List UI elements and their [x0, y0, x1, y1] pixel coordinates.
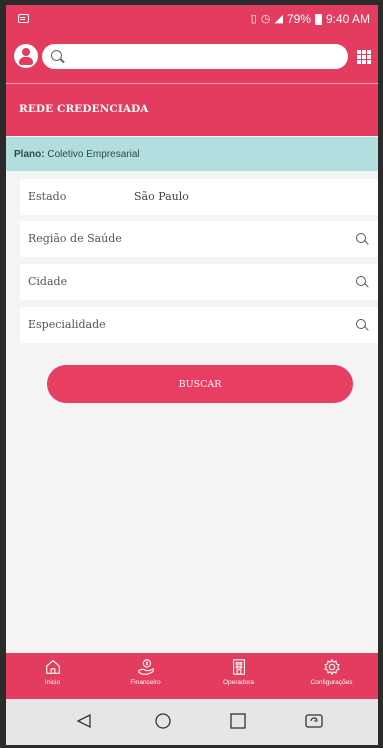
regiao-label: Região de Saúde — [28, 232, 122, 245]
rotate-icon[interactable] — [305, 713, 323, 729]
building-icon — [232, 659, 245, 675]
vibrate-icon: ▯ — [250, 13, 257, 25]
nav-label: Financeiro — [130, 679, 161, 686]
signal-icon: ◢ — [274, 13, 283, 25]
regiao-field[interactable]: Região de Saúde — [20, 221, 378, 257]
estado-field[interactable]: Estado São Paulo — [20, 179, 378, 215]
plano-value: Coletivo Empresarial — [47, 149, 140, 160]
recents-icon[interactable] — [230, 713, 246, 729]
search-input[interactable] — [42, 44, 348, 69]
home-circle-icon[interactable] — [155, 713, 171, 729]
clock: 9:40 AM — [325, 12, 370, 26]
top-bar — [6, 33, 378, 84]
message-icon — [18, 14, 29, 23]
battery-percent: 79% — [286, 12, 311, 26]
search-icon[interactable] — [356, 319, 366, 329]
battery-icon — [314, 13, 322, 25]
especialidade-label: Especialidade — [28, 318, 106, 331]
nav-financeiro[interactable]: Financeiro — [99, 653, 192, 699]
nav-label: Configurações — [310, 679, 353, 686]
cidade-label: Cidade — [28, 275, 68, 288]
page-title: REDE CREDENCIADA — [19, 103, 149, 115]
status-icons: ▯ ◷ ◢ 79% 9:40 AM — [251, 12, 370, 26]
nav-label: Inicio — [44, 679, 61, 686]
back-icon[interactable] — [76, 713, 92, 729]
nav-configuracoes[interactable]: Configurações — [285, 653, 378, 699]
search-icon[interactable] — [356, 276, 366, 286]
status-bar: ▯ ◷ ◢ 79% 9:40 AM — [6, 5, 378, 33]
plano-label: Plano: — [14, 149, 45, 160]
page-header: REDE CREDENCIADA — [6, 84, 378, 136]
bottom-nav: Inicio Financeiro Operadora Configuraçõe… — [6, 653, 378, 699]
nav-inicio[interactable]: Inicio — [6, 653, 99, 699]
app-screen: ▯ ◷ ◢ 79% 9:40 AM REDE CREDENCIADA Plano… — [6, 5, 378, 745]
buscar-button[interactable]: BUSCAR — [47, 365, 353, 403]
plano-banner: Plano: Coletivo Empresarial — [6, 137, 378, 171]
search-icon[interactable] — [356, 233, 366, 243]
search-icon — [51, 50, 62, 61]
settings-icon — [323, 658, 340, 676]
cidade-field[interactable]: Cidade — [20, 264, 378, 300]
alarm-icon: ◷ — [260, 13, 271, 25]
estado-label: Estado — [28, 190, 67, 203]
system-nav-bar — [6, 699, 378, 745]
avatar-icon[interactable] — [14, 44, 38, 68]
money-hand-icon — [137, 659, 154, 675]
home-icon — [45, 659, 60, 674]
estado-value: São Paulo — [134, 190, 189, 203]
apps-grid-icon[interactable] — [357, 50, 371, 64]
nav-label: Operadora — [222, 679, 255, 686]
especialidade-field[interactable]: Especialidade — [20, 307, 378, 343]
nav-operadora[interactable]: Operadora — [192, 653, 285, 699]
